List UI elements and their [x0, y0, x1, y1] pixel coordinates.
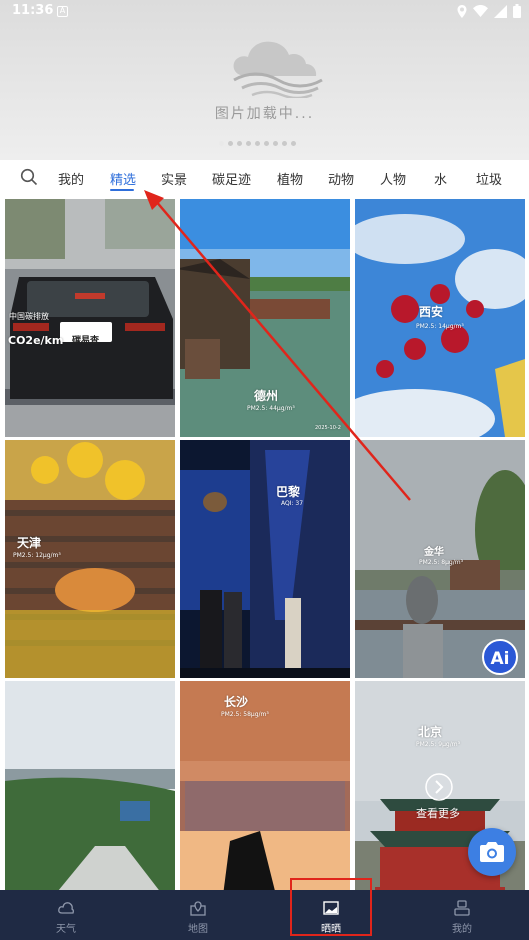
- tab-featured[interactable]: 精选: [110, 169, 136, 188]
- category-tabs: 我的 精选 实景 碳足迹 植物 动物 人物 水 垃圾: [0, 160, 529, 196]
- photo-pm: PM2.5: 14μg/m³: [416, 323, 464, 330]
- photo-card-car[interactable]: 中国碳排放 CO2e/km 碳易查: [5, 199, 175, 437]
- ai-badge[interactable]: Ai: [482, 639, 518, 675]
- tab-water[interactable]: 水: [434, 169, 447, 188]
- tab-garbage[interactable]: 垃圾: [476, 169, 502, 188]
- carousel-dot: [246, 141, 251, 146]
- nav-label: 地图: [188, 924, 208, 935]
- cloud-placeholder-icon: [233, 41, 323, 98]
- overlay-text: CO2e/km: [8, 334, 64, 347]
- photo-card-paris[interactable]: 巴黎 AQI: 37: [180, 440, 350, 678]
- nav-profile[interactable]: 我的: [422, 890, 502, 940]
- photo-pm: PM2.5: 9μg/m³: [416, 741, 460, 748]
- chevron-right-icon[interactable]: [425, 773, 453, 801]
- profile-icon: [454, 900, 470, 916]
- photo-pm: PM2.5: 8μg/m³: [419, 559, 463, 566]
- app-screen: 11:36 A 图片加载中... 我的 精选 实景 碳足迹 植物 动物 人物 水…: [0, 0, 529, 940]
- tab-mine[interactable]: 我的: [58, 169, 84, 188]
- overlay-text: 碳易查: [72, 336, 100, 346]
- photo-location: 德州: [254, 389, 279, 403]
- active-tab-underline: [110, 189, 134, 191]
- see-more-label[interactable]: 查看更多: [416, 805, 460, 821]
- photo-pm: PM2.5: 44μg/m³: [247, 405, 295, 412]
- nav-label: 我的: [452, 924, 472, 935]
- carousel-dot: [219, 141, 224, 146]
- photo-location: 金华: [424, 547, 444, 558]
- photo-location: 北京: [418, 725, 443, 739]
- nav-weather[interactable]: 天气: [26, 890, 106, 940]
- tab-carbon-footprint[interactable]: 碳足迹: [212, 169, 251, 188]
- carousel-dot: [228, 141, 233, 146]
- loading-text: 图片加载中...: [214, 106, 315, 122]
- photo-card-xian[interactable]: 西安 PM2.5: 14μg/m³: [355, 199, 525, 437]
- nav-label: 天气: [56, 924, 76, 935]
- photo-date: 2025-10-2: [315, 425, 341, 431]
- status-bar: 11:36 A: [0, 0, 529, 24]
- photo-card-memorial[interactable]: [5, 681, 175, 919]
- carousel-dot: [273, 141, 278, 146]
- photo-pm: PM2.5: 58μg/m³: [221, 711, 269, 718]
- photo-grid: 中国碳排放 CO2e/km 碳易查 德州 PM2.5: 44μg/m³ 2025…: [0, 196, 529, 919]
- carousel-dot: [264, 141, 269, 146]
- overlay-text: 中国碳排放: [9, 312, 49, 321]
- photo-card-beijing[interactable]: 北京 PM2.5: 9μg/m³ 查看更多: [355, 681, 525, 919]
- paris-photo: [180, 440, 350, 678]
- carousel-dot: [282, 141, 287, 146]
- memorial-photo: [5, 681, 175, 919]
- photo-location: 西安: [419, 305, 444, 319]
- notification-a-icon: A: [57, 6, 68, 17]
- photo-card-dezhou[interactable]: 德州 PM2.5: 44μg/m³ 2025-10-2: [180, 199, 350, 437]
- camera-icon: [480, 842, 504, 862]
- location-icon: [457, 4, 467, 18]
- camera-button[interactable]: [468, 828, 516, 876]
- photo-card-tianjin[interactable]: 天津 PM2.5: 12μg/m³: [5, 440, 175, 678]
- tab-animals[interactable]: 动物: [328, 169, 354, 188]
- tab-plants[interactable]: 植物: [277, 169, 303, 188]
- annotation-highlight-box: [290, 878, 372, 936]
- search-icon[interactable]: [20, 168, 38, 186]
- carousel-dot: [237, 141, 242, 146]
- photo-pm: AQI: 37: [281, 500, 304, 507]
- banner-carousel[interactable]: 11:36 A 图片加载中...: [0, 0, 529, 160]
- carousel-dots: [219, 141, 296, 146]
- carousel-dot: [255, 141, 260, 146]
- wifi-icon: [473, 5, 488, 17]
- photo-location: 长沙: [224, 695, 249, 709]
- photo-pm: PM2.5: 12μg/m³: [13, 552, 61, 559]
- tianjin-photo: [5, 440, 175, 678]
- weather-icon: [58, 902, 74, 914]
- tab-live-scene[interactable]: 实景: [161, 169, 187, 188]
- battery-icon: [513, 4, 521, 18]
- photo-location: 天津: [17, 536, 42, 550]
- map-icon: [190, 901, 206, 916]
- tab-people[interactable]: 人物: [380, 169, 406, 188]
- nav-map[interactable]: 地图: [158, 890, 238, 940]
- bottom-navigation: 天气 地图 晒晒 我的: [0, 890, 529, 940]
- signal-icon: [494, 4, 507, 18]
- carousel-dot: [291, 141, 296, 146]
- photo-location: 巴黎: [276, 485, 301, 499]
- status-time: 11:36: [12, 3, 54, 18]
